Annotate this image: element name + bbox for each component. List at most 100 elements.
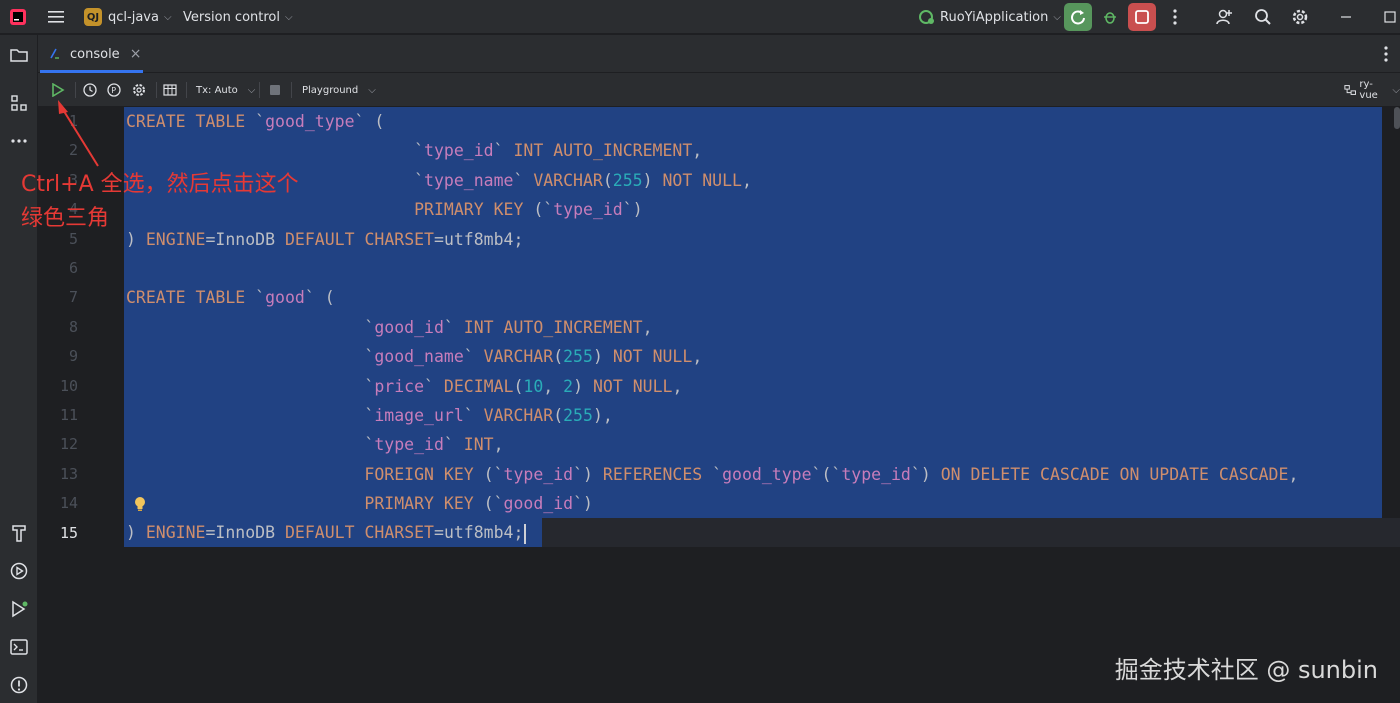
rerun-icon [1071, 10, 1085, 25]
tab-console[interactable]: console × [48, 35, 141, 73]
code-line[interactable]: `good_id` INT AUTO_INCREMENT, [126, 313, 1298, 342]
chevron-down-icon: ⌵ [285, 11, 293, 23]
folder-icon[interactable] [7, 43, 31, 67]
explain-plan-button[interactable]: P [104, 80, 124, 100]
code-line[interactable]: ) ENGINE=InnoDB DEFAULT CHARSET=utf8mb4; [126, 225, 1298, 254]
services-icon[interactable] [7, 559, 31, 583]
project-name: qcl-java [108, 9, 159, 25]
console-settings-button[interactable] [129, 80, 149, 100]
more-actions-icon[interactable] [1163, 5, 1187, 29]
transaction-mode-dropdown[interactable]: Tx: Auto ⌵ [196, 73, 255, 107]
datasource-selector[interactable]: ry-vue ⌵ [1344, 73, 1400, 107]
annotation-text-line2: 绿色三角 [21, 206, 110, 231]
execute-run-button[interactable] [48, 80, 68, 100]
line-number: 2 [68, 141, 78, 160]
tx-mode-label: Tx: Auto [196, 84, 238, 96]
line-number: 8 [68, 317, 78, 336]
chevron-down-icon: ⌵ [1392, 84, 1400, 96]
add-user-icon[interactable] [1212, 5, 1236, 29]
spring-app-icon [919, 10, 934, 24]
result-table-button[interactable] [160, 80, 180, 100]
line-number: 7 [68, 288, 78, 307]
project-badge: QJ [84, 8, 102, 26]
line-number: 13 [59, 464, 78, 483]
minimize-icon[interactable] [1334, 5, 1358, 29]
gear-icon [133, 84, 145, 96]
search-icon[interactable] [1251, 5, 1275, 29]
rerun-button[interactable] [1064, 3, 1092, 31]
code-line[interactable]: `image_url` VARCHAR(255), [126, 401, 1298, 430]
code-line[interactable]: ) ENGINE=InnoDB DEFAULT CHARSET=utf8mb4; [126, 518, 1298, 547]
watermark: 掘金技术社区 @ sunbin [1114, 656, 1378, 684]
terminal-icon[interactable] [7, 635, 31, 659]
datasource-schema-icon [1344, 85, 1357, 95]
code-line[interactable]: CREATE TABLE `good` ( [126, 283, 1298, 312]
structure-icon[interactable] [7, 91, 31, 115]
chevron-down-icon: ⌵ [368, 84, 376, 96]
more-tools-icon[interactable] [7, 129, 31, 153]
code-line[interactable]: PRIMARY KEY (`good_id`) [126, 489, 1298, 518]
code-line[interactable]: `type_id` INT AUTO_INCREMENT, [126, 136, 1298, 165]
more-tabs-icon[interactable] [1374, 42, 1398, 66]
version-control-label: Version control [183, 9, 280, 25]
maximize-icon[interactable] [1378, 5, 1400, 29]
code-line[interactable]: `type_name` VARCHAR(255) NOT NULL, [126, 166, 1298, 195]
left-tool-window-bar [0, 35, 38, 703]
play-triangle-icon [52, 83, 65, 97]
stop-square-icon [270, 85, 280, 95]
intellij-logo-icon[interactable] [6, 5, 30, 29]
code-line[interactable]: FOREIGN KEY (`type_id`) REFERENCES `good… [126, 460, 1298, 489]
playground-label: Playground [302, 84, 359, 96]
line-number: 11 [59, 406, 78, 424]
toolbar-separator [75, 82, 76, 98]
toolbar-separator [156, 82, 157, 98]
chevron-down-icon: ⌵ [1053, 11, 1061, 23]
playground-dropdown[interactable]: Playground ⌵ [302, 73, 376, 107]
console-file-icon [50, 48, 59, 59]
lightbulb-intention-icon[interactable] [133, 496, 147, 512]
history-button[interactable] [80, 80, 100, 100]
cancel-statement-button[interactable] [265, 80, 285, 100]
sql-editor[interactable]: CREATE TABLE `good_type` ( `type_id` INT… [124, 107, 1400, 703]
clock-icon [83, 83, 97, 97]
datasource-label: ry-vue [1359, 79, 1378, 101]
toolbar-separator [291, 82, 292, 98]
code-content[interactable]: CREATE TABLE `good_type` ( `type_id` INT… [126, 107, 1298, 548]
editor-tab-bar: console × [38, 35, 1400, 73]
explain-plan-icon: P [107, 83, 121, 97]
title-bar: QJ qcl-java ⌵ Version control ⌵ RuoYiApp… [0, 0, 1400, 34]
text-caret [524, 523, 527, 544]
line-number: 14 [59, 494, 78, 513]
run-icon[interactable] [7, 597, 31, 621]
run-config-label: RuoYiApplication [940, 9, 1049, 25]
editor-scrollbar[interactable] [1394, 107, 1400, 129]
close-tab-icon[interactable]: × [130, 46, 142, 62]
code-line[interactable]: CREATE TABLE `good_type` ( [126, 107, 1298, 136]
chevron-down-icon: ⌵ [163, 11, 172, 23]
version-control-menu[interactable]: Version control ⌵ [183, 0, 293, 34]
toolbar-separator [186, 82, 187, 98]
run-configuration-selector[interactable]: RuoYiApplication ⌵ [918, 0, 1061, 34]
line-number: 10 [59, 376, 78, 395]
code-line[interactable]: `type_id` INT, [126, 430, 1298, 459]
project-selector[interactable]: QJ qcl-java ⌵ [84, 0, 172, 34]
code-line[interactable] [126, 254, 1298, 283]
code-line[interactable]: PRIMARY KEY (`type_id`) [126, 195, 1298, 224]
annotation-text-line1: Ctrl+A 全选，然后点击这个 [21, 172, 299, 197]
main-menu-icon[interactable] [44, 5, 68, 29]
console-toolbar: P Tx: Auto ⌵ Playground ⌵ ry-vue ⌵ [38, 73, 1400, 107]
debug-button[interactable] [1098, 5, 1122, 29]
line-number: 6 [68, 259, 78, 277]
chevron-down-icon: ⌵ [247, 84, 256, 96]
settings-gear-icon[interactable] [1288, 5, 1312, 29]
tab-label: console [70, 46, 120, 62]
current-line-number: 15 [59, 523, 78, 542]
code-line[interactable]: `good_name` VARCHAR(255) NOT NULL, [126, 342, 1298, 371]
problems-icon[interactable] [7, 673, 31, 697]
stop-icon [1135, 10, 1149, 24]
code-line[interactable]: `price` DECIMAL(10, 2) NOT NULL, [126, 372, 1298, 401]
line-number: 9 [68, 347, 78, 366]
toolbar-separator [259, 82, 260, 98]
build-hammer-icon[interactable] [7, 521, 31, 545]
stop-button[interactable] [1128, 3, 1156, 31]
